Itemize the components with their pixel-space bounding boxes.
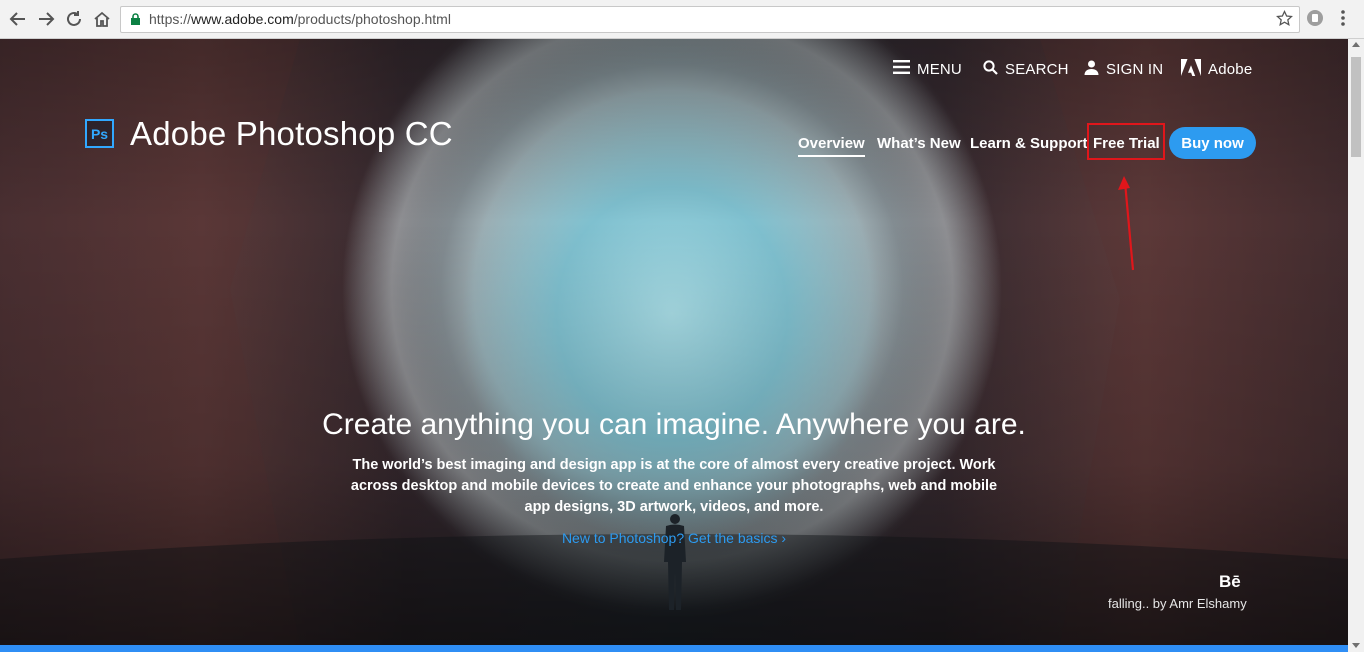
bookmark-star-icon[interactable] — [1276, 10, 1293, 32]
global-menu-button[interactable]: MENU — [893, 60, 962, 78]
bottom-accent-bar — [0, 645, 1348, 652]
sign-in-label: SIGN IN — [1106, 60, 1164, 78]
sign-in-button[interactable]: SIGN IN — [1084, 60, 1163, 78]
scroll-up-arrow-icon[interactable] — [1352, 42, 1360, 47]
annotation-arrow — [1118, 176, 1135, 271]
browser-toolbar: https://www.adobe.com/products/photoshop… — [0, 0, 1364, 39]
photoshop-logo-text: Ps — [90, 125, 109, 142]
hero-headline: Create anything you can imagine. Anywher… — [322, 408, 1026, 441]
user-icon — [1084, 60, 1099, 79]
url-text: https://www.adobe.com/products/photoshop… — [149, 11, 451, 27]
home-icon[interactable] — [92, 9, 112, 29]
behance-logo-icon[interactable]: Bē — [1219, 572, 1241, 592]
search-icon — [983, 59, 998, 79]
photoshop-logo-icon: Ps — [85, 119, 114, 148]
adobe-home-link[interactable]: Adobe — [1181, 58, 1253, 80]
product-title: Adobe Photoshop CC — [130, 115, 453, 152]
search-label: SEARCH — [1005, 60, 1069, 78]
scroll-down-arrow-icon[interactable] — [1352, 643, 1360, 648]
annotation-highlight-box — [1087, 123, 1165, 160]
menu-label: MENU — [917, 60, 962, 78]
extension-icon[interactable] — [1306, 9, 1324, 32]
standing-person-figure — [664, 514, 686, 610]
back-icon[interactable] — [8, 9, 28, 29]
buy-now-button[interactable]: Buy now — [1169, 127, 1256, 159]
image-credit: falling.. by Amr Elshamy — [1108, 596, 1247, 611]
tab-overview[interactable]: Overview — [798, 135, 865, 157]
reload-icon[interactable] — [64, 9, 84, 29]
hero-description: The world’s best imaging and design app … — [350, 457, 998, 515]
adobe-label: Adobe — [1208, 60, 1253, 78]
lock-icon — [130, 13, 141, 31]
page-scrollbar[interactable] — [1348, 39, 1364, 652]
tab-learn-support[interactable]: Learn & Support — [970, 135, 1088, 152]
forward-icon[interactable] — [36, 9, 56, 29]
address-bar[interactable]: https://www.adobe.com/products/photoshop… — [120, 6, 1300, 33]
browser-menu-icon[interactable] — [1340, 9, 1346, 32]
global-search-button[interactable]: SEARCH — [983, 59, 1069, 79]
tab-whats-new[interactable]: What’s New — [877, 135, 961, 152]
adobe-logo-icon — [1181, 58, 1201, 80]
get-the-basics-link[interactable]: New to Photoshop? Get the basics › — [0, 530, 1348, 546]
scroll-thumb[interactable] — [1351, 57, 1361, 157]
hamburger-icon — [893, 60, 910, 78]
